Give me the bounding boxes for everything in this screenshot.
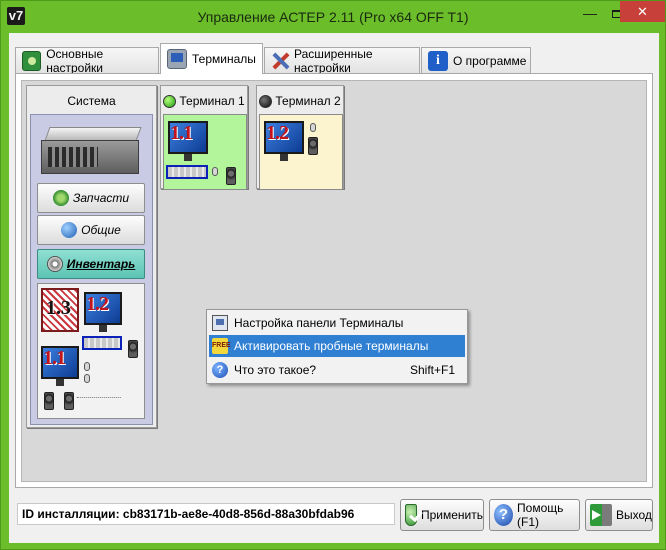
speaker-icon: [226, 167, 236, 185]
common-label: Общие: [81, 223, 121, 237]
monitor-stand: [56, 378, 64, 386]
help-button[interactable]: ? Помощь (F1): [489, 499, 580, 531]
menu-item-label: Активировать пробные терминалы: [234, 339, 429, 353]
inventory-box: 1.3 1.2 1.1: [37, 283, 145, 419]
parts-label: Запчасти: [72, 191, 130, 205]
speaker-icon: [64, 392, 74, 410]
cables-icon: [76, 388, 128, 398]
common-button[interactable]: Общие: [37, 215, 145, 245]
monitor-icon: 1.2: [264, 121, 304, 161]
tab-advanced-settings[interactable]: Расширенные настройки: [264, 46, 420, 75]
monitor-icon: 1.2: [84, 292, 122, 332]
system-card[interactable]: Система Запчасти Общие Инвентарь 1.3 1.2…: [26, 85, 157, 428]
speaker-icon: [44, 392, 54, 410]
status-online-icon: [163, 94, 177, 108]
minimize-button[interactable]: —: [577, 2, 603, 24]
exit-label: Выход: [616, 508, 652, 522]
tools-icon: [271, 51, 289, 71]
title-bar[interactable]: v7 Управление АСТЕР 2.11 (Pro x64 OFF T1…: [1, 1, 665, 33]
status-offline-icon: [259, 94, 273, 108]
context-menu: Настройка панели Терминалы FREE Активиро…: [206, 309, 468, 384]
terminal-name: Терминал 2: [275, 94, 341, 108]
speaker-icon: [128, 340, 138, 358]
tab-strip: Основные настройки Терминалы Расширенные…: [15, 43, 655, 75]
help-label: Помощь (F1): [517, 501, 564, 529]
monitor-label: 1.1: [43, 347, 66, 369]
terminal-header: Терминал 1: [161, 94, 247, 108]
exit-button[interactable]: Выход: [585, 499, 653, 531]
menu-item-what-is-this[interactable]: ? Что это такое? Shift+F1: [209, 359, 465, 381]
tab-label: Основные настройки: [46, 46, 104, 75]
monitor-label: 1.1: [170, 122, 193, 144]
panel-icon: [212, 315, 228, 331]
disabled-monitor-icon: 1.3: [41, 288, 79, 332]
menu-item-label: Что это такое?: [234, 363, 317, 377]
monitor-icon: 1.1: [168, 121, 208, 161]
keyboard-icon: [166, 165, 208, 179]
system-body: Запчасти Общие Инвентарь 1.3 1.2 1.1: [30, 114, 153, 425]
monitor-stand: [280, 153, 288, 161]
tab-label: Расширенные настройки: [294, 46, 373, 75]
tab-label: Терминалы: [192, 52, 256, 66]
window-title: Управление АСТЕР 2.11 (Pro x64 OFF T1): [197, 9, 469, 25]
help-icon: ?: [212, 362, 228, 378]
monitor-label: 1.2: [266, 122, 289, 144]
keyboard-icon: [82, 336, 122, 350]
globe-icon: [61, 222, 78, 238]
terminal-body: 1.2: [259, 114, 343, 190]
menu-item-shortcut: Shift+F1: [409, 363, 455, 377]
menu-item-activate-trial[interactable]: FREE Активировать пробные терминалы: [209, 335, 465, 357]
mouse-icon: [84, 362, 90, 371]
terminal-body: 1.1: [163, 114, 247, 190]
mouse-icon: [212, 167, 218, 176]
inventory-button[interactable]: Инвентарь: [37, 249, 145, 279]
close-button[interactable]: ✕: [620, 1, 665, 22]
mouse-icon: [84, 374, 90, 383]
shield-check-icon: [405, 504, 417, 526]
recycle-icon: [52, 190, 69, 206]
menu-item-panel-settings[interactable]: Настройка панели Терминалы: [209, 312, 465, 334]
inventory-label: Инвентарь: [66, 257, 136, 271]
mouse-icon: [310, 123, 316, 132]
terminals-panel: Система Запчасти Общие Инвентарь 1.3 1.2…: [15, 73, 653, 488]
exit-icon: [590, 504, 612, 526]
terminal-header: Терминал 2: [257, 94, 343, 108]
apply-button[interactable]: Применить: [400, 499, 484, 531]
system-title: Система: [67, 94, 116, 108]
server-front: [41, 140, 139, 174]
server-top: [44, 127, 142, 141]
app-window: v7 Управление АСТЕР 2.11 (Pro x64 OFF T1…: [0, 0, 666, 550]
terminal-card[interactable]: Терминал 1 1.1: [160, 85, 248, 190]
terminals-area[interactable]: Система Запчасти Общие Инвентарь 1.3 1.2…: [21, 80, 647, 482]
monitor-label: 1.3: [46, 297, 71, 319]
install-id-field[interactable]: ID инсталляции: cb83171b-ae8e-40d8-856d-…: [17, 503, 395, 525]
speaker-icon: [308, 137, 318, 155]
disk-icon: [46, 256, 63, 272]
settings-icon: [22, 50, 42, 71]
tab-terminals[interactable]: Терминалы: [160, 43, 263, 74]
parts-button[interactable]: Запчасти: [37, 183, 145, 213]
free-icon: FREE: [212, 338, 231, 354]
monitor-icon: 1.1: [41, 346, 79, 386]
monitor-label: 1.2: [86, 293, 109, 315]
monitor-stand: [184, 153, 192, 161]
monitor-stand: [99, 324, 107, 332]
tab-basic-settings[interactable]: Основные настройки: [15, 46, 159, 75]
terminal-card[interactable]: Терминал 2 1.2: [256, 85, 344, 190]
server-icon: [41, 127, 143, 175]
info-icon: i: [428, 50, 448, 71]
client-area: Основные настройки Терминалы Расширенные…: [9, 33, 659, 543]
tab-about[interactable]: i О программе: [421, 47, 531, 73]
tab-label: О программе: [453, 53, 527, 68]
terminal-icon: [167, 49, 187, 69]
help-icon: ?: [494, 504, 514, 526]
menu-item-label: Настройка панели Терминалы: [234, 316, 404, 330]
terminal-name: Терминал 1: [179, 94, 245, 108]
apply-label: Применить: [420, 508, 483, 522]
